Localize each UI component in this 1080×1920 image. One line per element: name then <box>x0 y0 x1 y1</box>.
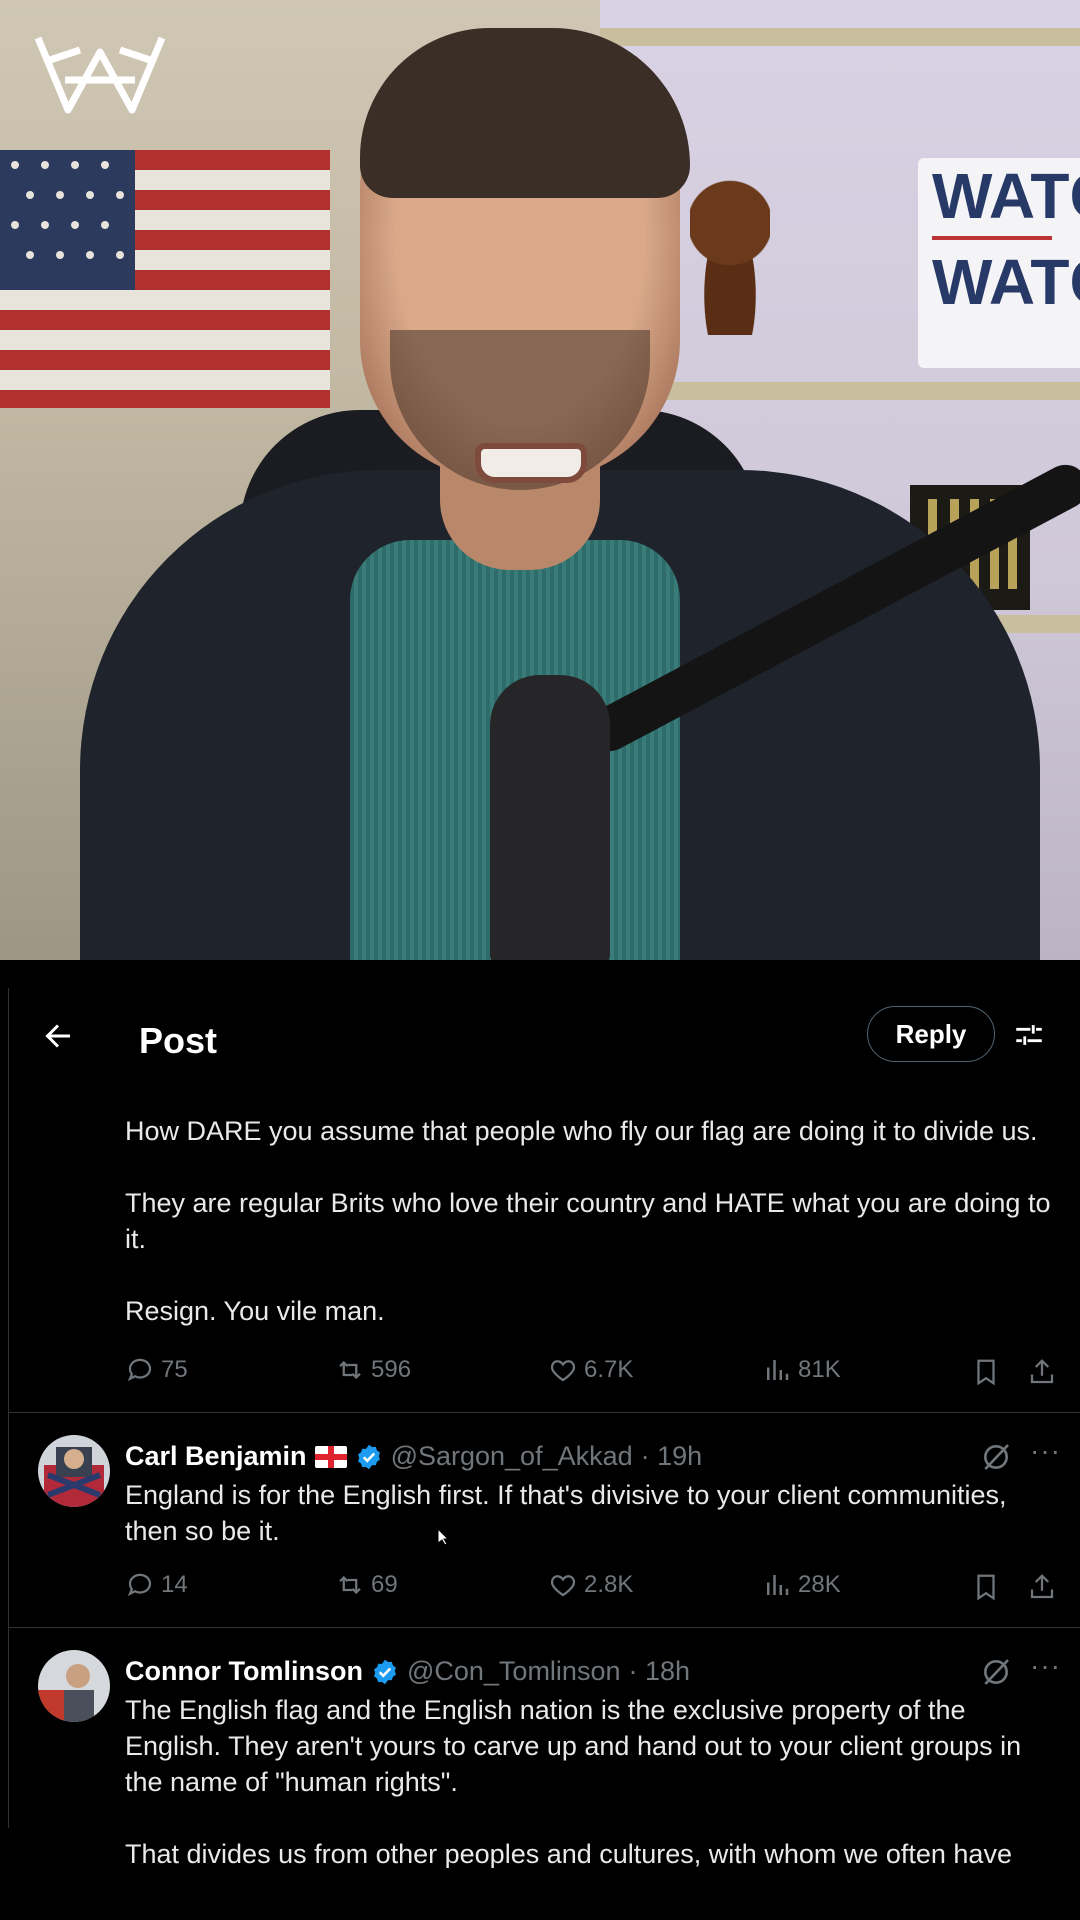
sign-line-2: WATC <box>932 246 1080 318</box>
post-text-paragraph: They are regular Brits who love their co… <box>125 1188 1058 1254</box>
post-text-paragraph: Resign. You vile man. <box>125 1296 385 1326</box>
grok-icon[interactable] <box>980 1656 1012 1688</box>
more-icon[interactable]: ··· <box>1030 1437 1060 1473</box>
reply-text: England is for the English first. If tha… <box>125 1480 1015 1546</box>
repost-action[interactable]: 596 <box>335 1355 411 1385</box>
grok-icon[interactable] <box>980 1441 1012 1473</box>
sliders-icon[interactable] <box>1012 1018 1046 1052</box>
author-handle[interactable]: @Sargon_of_Akkad <box>391 1441 633 1472</box>
sign-divider <box>932 236 1052 240</box>
author-handle[interactable]: @Con_Tomlinson <box>407 1656 621 1687</box>
mouse-cursor-icon <box>437 1528 449 1546</box>
bar-chart-icon <box>767 1360 789 1380</box>
repost-count: 69 <box>371 1571 398 1598</box>
share-icon[interactable] <box>1027 1357 1057 1387</box>
thread-border <box>8 988 9 1828</box>
comment-icon <box>127 1573 152 1597</box>
author-name[interactable]: Connor Tomlinson <box>125 1656 363 1687</box>
verified-badge-icon <box>374 1659 396 1684</box>
post-panel: Post Reply How DARE you assume that peop… <box>0 960 1080 1920</box>
comment-icon <box>127 1358 152 1382</box>
like-count: 6.7K <box>584 1356 634 1383</box>
page-title: Post <box>139 1020 218 1061</box>
reply-action[interactable]: 75 <box>125 1355 188 1385</box>
video-frame: WATC WATC <box>0 0 1080 960</box>
bookmark-icon[interactable] <box>971 1572 1001 1602</box>
post-time[interactable]: · 18h <box>628 1656 690 1687</box>
post-header: Post Reply <box>0 988 1080 1090</box>
like-action[interactable]: 2.8K <box>548 1570 633 1600</box>
more-icon[interactable]: ··· <box>1030 1652 1060 1688</box>
views-action[interactable]: 28K <box>762 1570 841 1600</box>
watch-sign: WATC WATC <box>918 158 1080 368</box>
arrow-left-icon[interactable] <box>40 1018 76 1054</box>
like-count: 2.8K <box>584 1571 634 1598</box>
heart-icon <box>550 1575 576 1597</box>
reply-meta: Carl Benjamin @Sargon_of_Akkad · 19h <box>125 1441 702 1472</box>
england-flag-icon <box>314 1445 347 1468</box>
post-time[interactable]: · 19h <box>641 1441 703 1472</box>
reply-text: The English flag and the English nation … <box>125 1695 1022 1869</box>
reply-actions: 14 69 2.8K 28K <box>125 1570 1065 1606</box>
verified-badge-icon <box>357 1444 380 1469</box>
reply-count: 14 <box>161 1571 188 1598</box>
repost-icon <box>339 1575 361 1595</box>
repost-icon <box>339 1360 361 1380</box>
post-text-paragraph: How DARE you assume that people who fly … <box>125 1116 1038 1146</box>
shelf <box>600 28 1080 46</box>
american-flag-decor <box>0 150 330 408</box>
divider <box>8 1627 1080 1628</box>
channel-logo-icon <box>34 36 166 114</box>
repost-action[interactable]: 69 <box>335 1570 398 1600</box>
microphone <box>490 675 610 960</box>
sign-line-1: WATC <box>932 160 1080 232</box>
author-name[interactable]: Carl Benjamin <box>125 1441 307 1472</box>
repost-count: 596 <box>371 1356 412 1383</box>
views-count: 28K <box>798 1571 841 1598</box>
post-actions: 75 596 6.7K 81K <box>125 1355 1065 1391</box>
person-mouth <box>475 443 587 483</box>
reply-action[interactable]: 14 <box>125 1570 188 1600</box>
like-action[interactable]: 6.7K <box>548 1355 633 1385</box>
panel-gap <box>0 960 1080 988</box>
reply-meta: Connor Tomlinson @Con_Tomlinson · 18h <box>125 1656 690 1687</box>
reply-count: 75 <box>161 1356 188 1383</box>
views-action[interactable]: 81K <box>762 1355 841 1385</box>
avatar[interactable] <box>38 1435 110 1507</box>
bar-chart-icon <box>767 1575 789 1595</box>
share-icon[interactable] <box>1027 1572 1057 1602</box>
heart-icon <box>550 1360 576 1382</box>
views-count: 81K <box>798 1356 841 1383</box>
avatar[interactable] <box>38 1650 110 1722</box>
divider <box>8 1412 1080 1413</box>
bottom-bar <box>0 1868 1080 1920</box>
bookmark-icon[interactable] <box>971 1357 1001 1387</box>
teddy-bear-decor <box>690 175 770 335</box>
reply-button[interactable]: Reply <box>867 1006 995 1062</box>
